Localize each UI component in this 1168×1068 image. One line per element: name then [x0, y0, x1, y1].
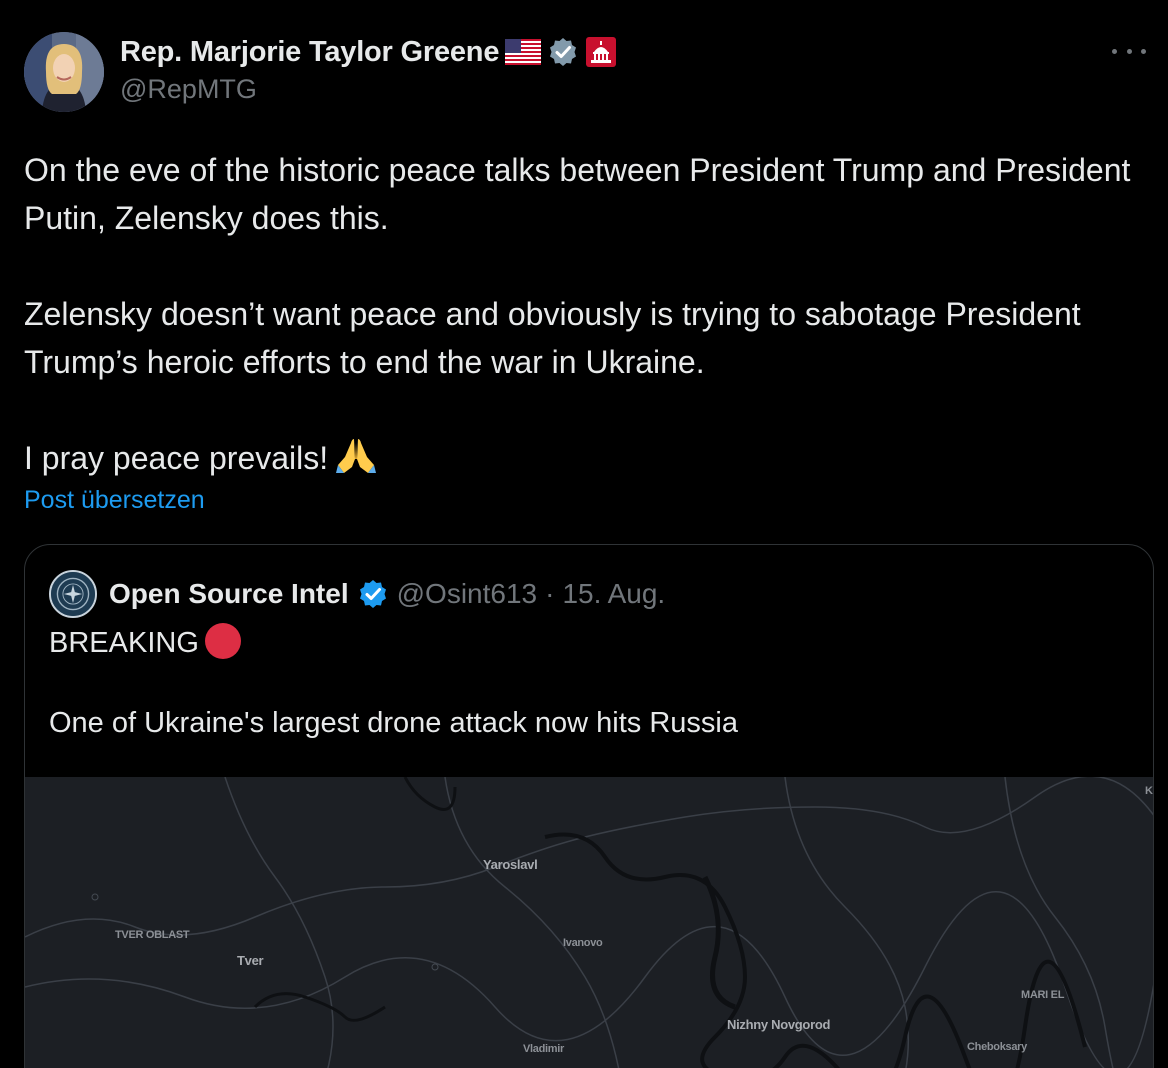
map-label-tver: Tver	[237, 953, 264, 968]
translate-post-link[interactable]: Post übersetzen	[24, 486, 205, 515]
tweet-text: On the eve of the historic peace talks b…	[24, 146, 1134, 482]
quoted-avatar[interactable]	[49, 570, 97, 618]
map-label-vladimir: Vladimir	[523, 1043, 565, 1055]
map-label-cheboksary: Cheboksary	[967, 1041, 1027, 1053]
quoted-date[interactable]: 15. Aug.	[562, 578, 665, 610]
map-background	[25, 777, 1153, 1068]
map-label-ivanovo: Ivanovo	[563, 937, 603, 949]
tweet: Rep. Marjorie Taylor Greene @RepMTG On t…	[0, 0, 1168, 1068]
author-avatar-image	[24, 32, 104, 112]
tweet-paragraph: On the eve of the historic peace talks b…	[24, 152, 1131, 236]
quoted-header: Open Source Intel @Osint613 · 15. Aug.	[49, 567, 665, 621]
quoted-line-breaking: BREAKING	[49, 623, 738, 663]
dot	[1141, 48, 1146, 54]
quoted-display-name[interactable]: Open Source Intel	[109, 578, 349, 610]
map-label-mari-el: MARI EL	[1021, 989, 1065, 1001]
breaking-label: BREAKING	[49, 627, 199, 659]
verified-gray-badge-icon[interactable]	[547, 36, 579, 68]
tweet-paragraph: I pray peace prevails!	[24, 440, 329, 476]
quoted-avatar-image	[51, 572, 95, 616]
map-label-nizhny-novgorod: Nizhny Novgorod	[727, 1017, 831, 1032]
quoted-tweet[interactable]: Open Source Intel @Osint613 · 15. Aug. B…	[24, 544, 1154, 1068]
tweet-paragraph-last: I pray peace prevails!	[24, 434, 1134, 482]
quoted-map-image[interactable]: TVER OBLAST Tver Yaroslavl Ivanovo Nizhn…	[25, 777, 1153, 1068]
more-options-icon[interactable]	[1112, 40, 1146, 62]
map-label-corner: K	[1145, 785, 1153, 797]
author-avatar[interactable]	[24, 32, 104, 112]
dot	[1126, 48, 1132, 54]
folded-hands-icon	[336, 439, 377, 473]
author-handle[interactable]: @RepMTG	[120, 74, 257, 105]
verified-blue-badge-icon[interactable]	[357, 578, 389, 610]
quoted-text: BREAKING One of Ukraine's largest drone …	[49, 623, 738, 743]
author-display-name[interactable]: Rep. Marjorie Taylor Greene	[120, 36, 499, 69]
dot	[1112, 48, 1117, 54]
tweet-paragraph: Zelensky doesn’t want peace and obviousl…	[24, 296, 1081, 380]
capitol-icon[interactable]	[585, 36, 617, 68]
red-circle-icon	[204, 623, 241, 659]
separator-dot: ·	[545, 578, 555, 609]
us-flag-icon	[505, 39, 542, 65]
author-name-row: Rep. Marjorie Taylor Greene	[120, 33, 617, 71]
map-label-yaroslavl: Yaroslavl	[483, 857, 538, 872]
quoted-line-main: One of Ukraine's largest drone attack no…	[49, 707, 738, 739]
quoted-handle[interactable]: @Osint613	[397, 578, 538, 610]
map-label-tver-oblast: TVER OBLAST	[115, 929, 190, 941]
